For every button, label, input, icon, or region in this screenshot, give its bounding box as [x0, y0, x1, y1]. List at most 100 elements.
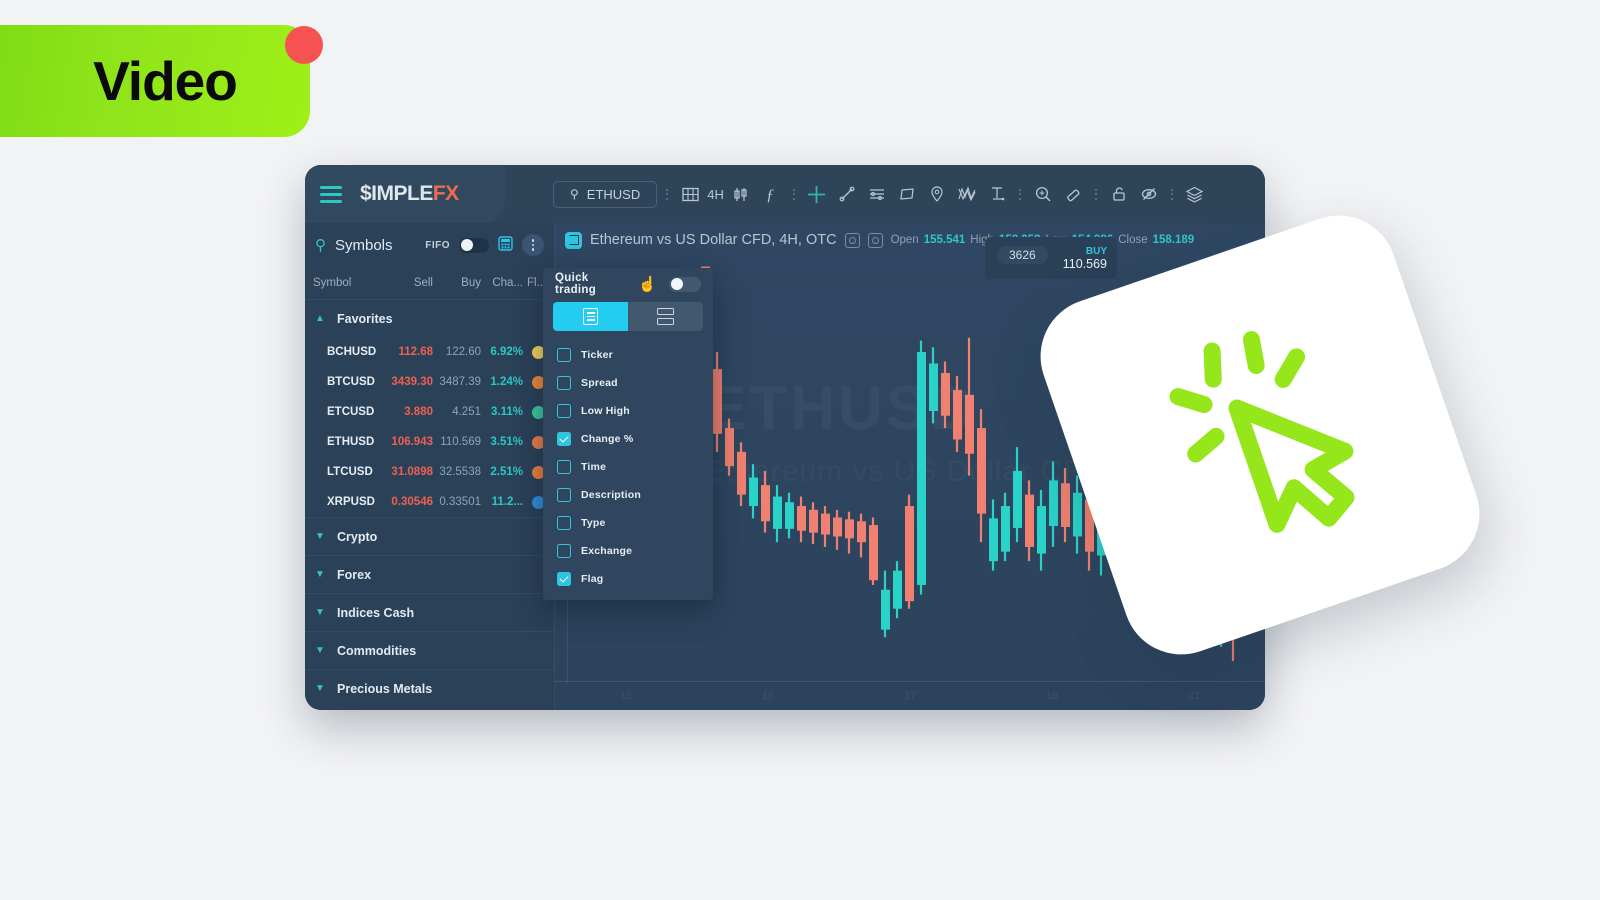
horizontal-levels-icon[interactable] — [864, 181, 890, 207]
visibility-icon[interactable] — [844, 232, 860, 248]
x-tick: 21 — [1187, 690, 1201, 702]
checkbox-flag[interactable] — [557, 572, 571, 586]
location-pin-icon[interactable] — [924, 181, 950, 207]
option-label: Exchange — [581, 545, 633, 557]
table-row[interactable]: ETHUSD 106.943 110.569 3.51% — [305, 427, 554, 457]
option-label: Type — [581, 517, 606, 529]
row-symbol: ETHUSD — [327, 436, 375, 448]
split-view-icon[interactable] — [628, 302, 703, 331]
ohlc-open-label: Open — [890, 234, 919, 246]
buy-label: BUY — [1085, 245, 1107, 257]
row-symbol: LTCUSD — [327, 466, 373, 478]
eraser-icon[interactable] — [1060, 181, 1086, 207]
row-buy: 4.251 — [452, 406, 481, 418]
row-flag-icon — [523, 375, 545, 389]
ohlc-close-label: Close — [1118, 234, 1148, 246]
topbar-tools: ⚲ ETHUSD 4H ƒ — [505, 180, 1265, 208]
row-buy: 3487.39 — [439, 376, 481, 388]
candlestick-icon[interactable] — [728, 181, 754, 207]
table-row[interactable]: BCHUSD 112.68 122.60 6.92% — [305, 337, 554, 367]
table-row[interactable]: XRPUSD 0.30546 0.33501 11.2... — [305, 487, 554, 517]
option-low-high[interactable]: Low High — [543, 397, 713, 425]
checkbox-ticker[interactable] — [557, 348, 571, 362]
zoom-in-icon[interactable] — [1030, 181, 1056, 207]
hide-drawings-icon[interactable] — [1136, 181, 1162, 207]
hamburger-icon[interactable] — [320, 185, 342, 203]
group-header-forex[interactable]: ▼ Forex — [305, 555, 554, 593]
x-tick: 16 — [761, 690, 775, 702]
option-label: Flag — [581, 573, 604, 585]
timeframe-button[interactable]: 4H — [707, 187, 724, 202]
group-header-favorites[interactable]: ▲ Favorites — [305, 299, 554, 337]
option-exchange[interactable]: Exchange — [543, 537, 713, 565]
option-time[interactable]: Time — [543, 453, 713, 481]
row-buy: 110.569 — [440, 436, 481, 448]
row-change: 1.24% — [490, 376, 523, 388]
unlock-icon[interactable] — [1106, 181, 1132, 207]
table-row[interactable]: ETCUSD 3.880 4.251 3.11% — [305, 397, 554, 427]
settings-circle-icon[interactable] — [867, 232, 883, 248]
option-flag[interactable]: Flag — [543, 565, 713, 593]
chart-title: Ethereum vs US Dollar CFD, 4H, OTC — [590, 232, 837, 248]
calculator-icon[interactable] — [498, 236, 513, 254]
row-sell: 3439.30 — [391, 376, 433, 388]
row-change: 6.92% — [490, 346, 523, 358]
toolbar-divider-dots — [661, 188, 673, 200]
symbols-group-favorites: ▲ Favorites BCHUSD 112.68 122.60 6.92% B… — [305, 299, 554, 517]
video-badge: Video — [0, 25, 310, 137]
option-description[interactable]: Description — [543, 481, 713, 509]
row-flag-icon — [523, 435, 545, 449]
rectangle-shape-icon[interactable] — [894, 181, 920, 207]
table-row[interactable]: LTCUSD 31.0898 32.5538 2.51% — [305, 457, 554, 487]
x-tick: 18 — [1045, 690, 1059, 702]
option-spread[interactable]: Spread — [543, 369, 713, 397]
recording-dot-icon — [285, 26, 323, 64]
checkbox-spread[interactable] — [557, 376, 571, 390]
table-row[interactable]: BTCUSD 3439.30 3487.39 1.24% — [305, 367, 554, 397]
group-header-crypto[interactable]: ▼ Crypto — [305, 517, 554, 555]
elliott-wave-icon[interactable] — [954, 181, 980, 207]
row-flag-icon — [523, 465, 545, 479]
svg-text:ƒ: ƒ — [766, 187, 774, 203]
quick-trading-toggle[interactable] — [669, 276, 701, 292]
option-label: Low High — [581, 405, 630, 417]
checkbox-low-high[interactable] — [557, 404, 571, 418]
row-flag-icon — [523, 345, 545, 359]
app-logo[interactable]: $IMPLEFX — [360, 182, 459, 206]
checkbox-type[interactable] — [557, 516, 571, 530]
crosshair-icon[interactable] — [804, 181, 830, 207]
row-change: 3.11% — [491, 406, 523, 418]
symbols-panel-header: ⚲ Symbols FIFO — [305, 223, 554, 267]
symbols-panel-title: Symbols — [335, 236, 393, 254]
group-header-commodities[interactable]: ▼ Commodities — [305, 631, 554, 669]
cursor-arrow-shape — [1228, 399, 1355, 533]
checkbox-description[interactable] — [557, 488, 571, 502]
search-icon[interactable]: ⚲ — [315, 236, 326, 254]
fifo-label: FIFO — [425, 239, 450, 251]
grid-layout-icon[interactable] — [677, 181, 703, 207]
x-tick: 17 — [903, 690, 917, 702]
row-change: 2.51% — [490, 466, 523, 478]
option-change-percent[interactable]: Change % — [543, 425, 713, 453]
list-view-icon[interactable] — [553, 302, 628, 331]
checkbox-exchange[interactable] — [557, 544, 571, 558]
ohlc-close-value: 158.189 — [1152, 234, 1195, 246]
trend-line-icon[interactable] — [834, 181, 860, 207]
layers-icon[interactable] — [1182, 181, 1208, 207]
row-symbol: XRPUSD — [327, 496, 375, 508]
chevron-up-icon: ▲ — [315, 313, 325, 324]
group-header-indices-cash[interactable]: ▼ Indices Cash — [305, 593, 554, 631]
checkbox-time[interactable] — [557, 460, 571, 474]
row-buy: 0.33501 — [439, 496, 481, 508]
function-icon[interactable]: ƒ — [758, 181, 784, 207]
checkbox-change-percent[interactable] — [557, 432, 571, 446]
group-label: Indices Cash — [337, 605, 415, 620]
option-ticker[interactable]: Ticker — [543, 341, 713, 369]
symbol-search-button[interactable]: ⚲ ETHUSD — [553, 180, 658, 208]
kebab-menu-icon[interactable] — [522, 234, 544, 256]
group-header-precious-metals[interactable]: ▼ Precious Metals — [305, 669, 554, 707]
fifo-toggle[interactable] — [459, 237, 489, 253]
measure-icon[interactable] — [984, 181, 1010, 207]
option-type[interactable]: Type — [543, 509, 713, 537]
row-flag-icon — [523, 495, 545, 509]
